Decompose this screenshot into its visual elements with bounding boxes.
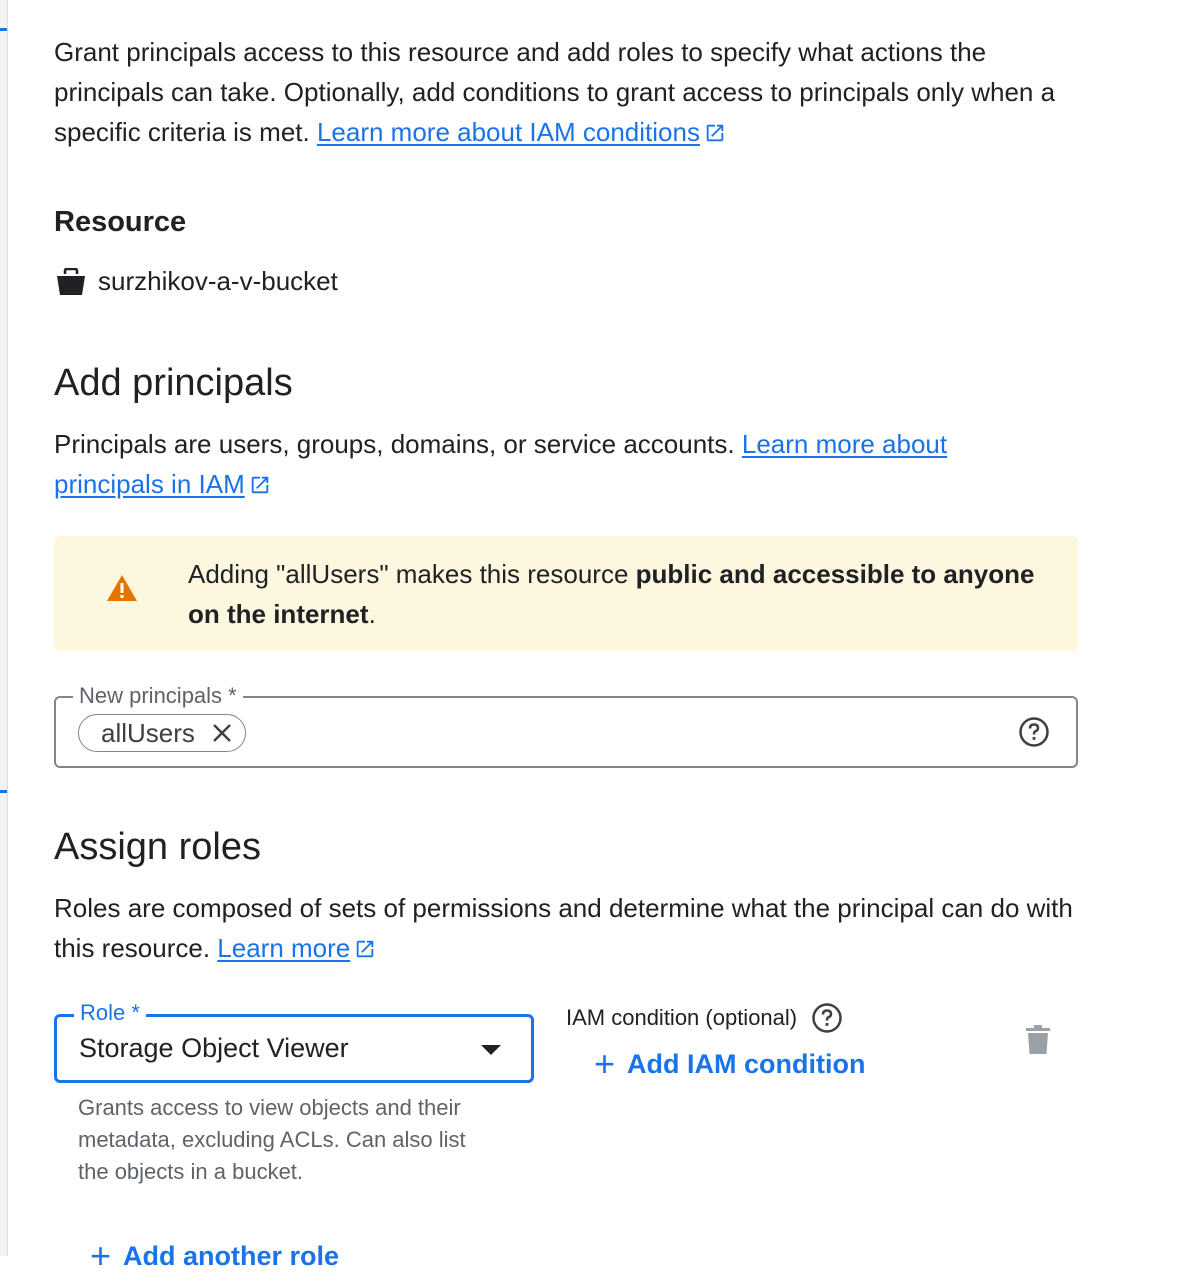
external-link-icon: [357, 940, 374, 958]
new-principals-label: New principals *: [73, 683, 243, 709]
role-label: Role *: [74, 1000, 146, 1026]
left-edge-accent: [0, 790, 7, 793]
remove-chip-button[interactable]: [209, 720, 235, 746]
new-principals-field[interactable]: New principals * allUsers: [54, 683, 1078, 768]
plus-icon: +: [594, 1043, 616, 1084]
iam-conditions-link-text: Learn more about IAM conditions: [316, 117, 700, 147]
resource-name: surzhikov-a-v-bucket: [98, 266, 338, 296]
role-selected-value: Storage Object Viewer: [79, 1033, 349, 1063]
bucket-icon: [57, 267, 85, 295]
resource-heading: Resource: [54, 206, 187, 238]
iam-condition-label-text: IAM condition (optional): [566, 1005, 798, 1030]
close-icon: [213, 724, 231, 742]
roles-learn-more-link-text: Learn more: [217, 933, 351, 963]
add-principals-heading: Add principals: [54, 362, 293, 404]
intro-paragraph: Grant principals access to this resource…: [54, 32, 1084, 152]
plus-icon: +: [90, 1235, 112, 1276]
dropdown-arrow-icon: [481, 1045, 501, 1055]
left-panel-edge: [0, 0, 8, 1256]
warning-text: Adding "allUsers" makes this resource pu…: [188, 554, 1048, 634]
external-link-icon: [706, 124, 724, 142]
help-icon: [1019, 717, 1049, 747]
roles-learn-more-link[interactable]: Learn more: [217, 933, 350, 963]
assign-roles-heading: Assign roles: [54, 826, 261, 868]
principal-chip-label: allUsers: [101, 717, 195, 748]
public-access-warning: Adding "allUsers" makes this resource pu…: [54, 536, 1078, 651]
principal-chip[interactable]: allUsers: [78, 714, 246, 752]
principals-desc-text: Principals are users, groups, domains, o…: [54, 429, 742, 459]
roles-description: Roles are composed of sets of permission…: [54, 888, 1074, 968]
resource-row: surzhikov-a-v-bucket: [54, 266, 338, 297]
condition-help-button[interactable]: [811, 1002, 843, 1034]
help-icon: [812, 1003, 842, 1033]
add-another-role-button[interactable]: + Add another role: [90, 1238, 339, 1274]
warning-text-post: .: [368, 599, 376, 629]
delete-role-button[interactable]: [1024, 1024, 1052, 1061]
principals-help-button[interactable]: [1018, 716, 1050, 753]
warning-text-pre: Adding "allUsers" makes this resource: [188, 559, 636, 589]
roles-desc-text: Roles are composed of sets of permission…: [54, 893, 1073, 963]
warning-icon: [107, 575, 137, 601]
add-iam-condition-button[interactable]: + Add IAM condition: [594, 1046, 865, 1082]
iam-condition-label: IAM condition (optional): [566, 1002, 843, 1034]
add-another-role-label: Add another role: [123, 1240, 340, 1271]
iam-conditions-link[interactable]: Learn more about IAM conditions: [317, 117, 700, 147]
add-iam-condition-label: Add IAM condition: [627, 1048, 866, 1079]
left-edge-accent: [0, 28, 7, 31]
role-select[interactable]: Role * Storage Object Viewer: [54, 1000, 534, 1083]
principals-description: Principals are users, groups, domains, o…: [54, 424, 1054, 504]
trash-icon: [1026, 1025, 1050, 1054]
role-helper-text: Grants access to view objects and their …: [78, 1095, 466, 1184]
external-link-icon: [251, 476, 268, 494]
